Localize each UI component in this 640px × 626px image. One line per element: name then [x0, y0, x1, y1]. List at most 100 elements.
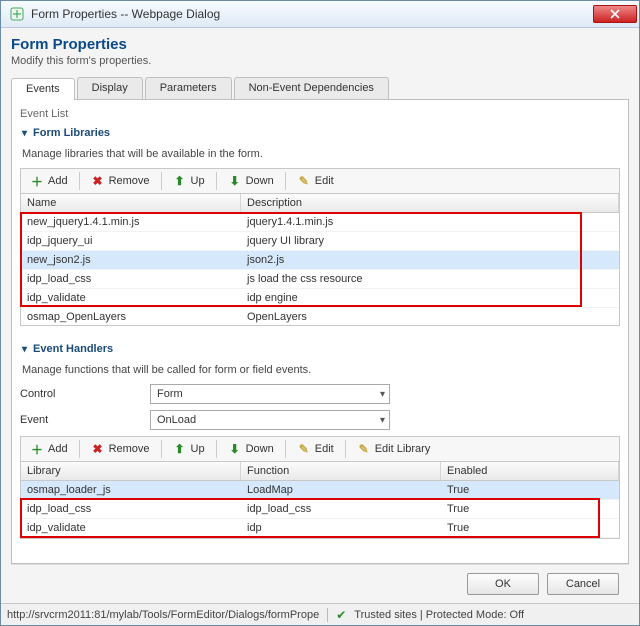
- cell-enabled: True: [441, 519, 619, 537]
- add-button[interactable]: ＋ Add: [23, 171, 75, 191]
- edit-library-button[interactable]: ✎Edit Library: [350, 439, 438, 459]
- dialog-body: Form Properties Modify this form's prope…: [1, 28, 639, 603]
- down-label: Down: [246, 175, 274, 187]
- edit-library-label: Edit Library: [375, 443, 431, 455]
- libraries-grid-body[interactable]: new_jquery1.4.1.min.jsjquery1.4.1.min.js…: [21, 213, 619, 325]
- down-label: Down: [246, 443, 274, 455]
- tab-nonevent-deps[interactable]: Non-Event Dependencies: [234, 77, 389, 99]
- event-value: OnLoad: [157, 414, 196, 426]
- edit-label: Edit: [315, 443, 334, 455]
- up-label: Up: [191, 443, 205, 455]
- table-row[interactable]: idp_load_cssidp_load_cssTrue: [21, 500, 619, 519]
- section-desc-libraries: Manage libraries that will be available …: [22, 148, 620, 160]
- table-row[interactable]: idp_jquery_uijquery UI library: [21, 232, 619, 251]
- arrow-down-icon: ⬇: [228, 442, 242, 456]
- app-icon: [9, 6, 25, 22]
- toolbar-sep: [345, 440, 346, 458]
- plus-icon: ＋: [30, 442, 44, 456]
- table-row[interactable]: idp_validateidp engine: [21, 289, 619, 308]
- libraries-toolbar: ＋ Add ✖Remove ⬆Up ⬇Down ✎Edit: [20, 168, 620, 193]
- tab-events[interactable]: Events: [11, 78, 75, 100]
- ok-button[interactable]: OK: [467, 573, 539, 595]
- cancel-button[interactable]: Cancel: [547, 573, 619, 595]
- libraries-grid: Name Description new_jquery1.4.1.min.jsj…: [20, 193, 620, 326]
- window-title: Form Properties -- Webpage Dialog: [31, 7, 593, 21]
- up-button[interactable]: ⬆ Up: [166, 439, 212, 459]
- cell-desc: json2.js: [241, 251, 619, 269]
- table-row[interactable]: new_json2.jsjson2.js: [21, 251, 619, 270]
- add-button[interactable]: ＋Add: [23, 439, 75, 459]
- col-library[interactable]: Library: [21, 462, 241, 480]
- control-label: Control: [20, 388, 150, 400]
- cell-desc: js load the css resource: [241, 270, 619, 288]
- table-row[interactable]: idp_validateidpTrue: [21, 519, 619, 538]
- edit-button[interactable]: ✎ Edit: [290, 439, 341, 459]
- cell-name: idp_jquery_ui: [21, 232, 241, 250]
- status-zone: Trusted sites | Protected Mode: Off: [354, 609, 524, 621]
- remove-label: Remove: [109, 175, 150, 187]
- arrow-up-icon: ⬆: [173, 174, 187, 188]
- arrow-up-icon: ⬆: [173, 442, 187, 456]
- table-row[interactable]: osmap_OpenLayersOpenLayers: [21, 308, 619, 325]
- handlers-grid-header: Library Function Enabled: [21, 462, 619, 481]
- cell-desc: jquery UI library: [241, 232, 619, 250]
- cell-fn: LoadMap: [241, 481, 441, 499]
- section-title-handlers: Event Handlers: [33, 343, 113, 355]
- tab-parameters[interactable]: Parameters: [145, 77, 232, 99]
- toolbar-sep: [285, 172, 286, 190]
- cell-desc: OpenLayers: [241, 308, 619, 325]
- section-desc-handlers: Manage functions that will be called for…: [22, 364, 620, 376]
- section-header-libraries[interactable]: ▾ Form Libraries: [20, 124, 620, 142]
- toolbar-sep: [216, 172, 217, 190]
- status-bar: http://srvcrm2011:81/mylab/Tools/FormEdi…: [1, 603, 639, 625]
- toolbar-sep: [79, 172, 80, 190]
- col-desc[interactable]: Description: [241, 194, 619, 212]
- toolbar-sep: [161, 440, 162, 458]
- close-button[interactable]: [593, 5, 637, 23]
- up-button[interactable]: ⬆Up: [166, 171, 212, 191]
- add-label: Add: [48, 175, 68, 187]
- down-button[interactable]: ⬇ Down: [221, 439, 281, 459]
- down-button[interactable]: ⬇Down: [221, 171, 281, 191]
- titlebar: Form Properties -- Webpage Dialog: [1, 1, 639, 28]
- col-name[interactable]: Name: [21, 194, 241, 212]
- table-row[interactable]: idp_load_cssjs load the css resource: [21, 270, 619, 289]
- close-icon: [610, 9, 620, 19]
- edit-icon: ✎: [297, 442, 311, 456]
- edit-button[interactable]: ✎Edit: [290, 171, 341, 191]
- libraries-grid-wrap: Name Description new_jquery1.4.1.min.jsj…: [20, 193, 620, 326]
- col-function[interactable]: Function: [241, 462, 441, 480]
- dialog-footer: OK Cancel: [11, 564, 629, 603]
- col-enabled[interactable]: Enabled: [441, 462, 619, 480]
- section-header-handlers[interactable]: ▾ Event Handlers: [20, 340, 620, 358]
- remove-icon: ✖: [91, 442, 105, 456]
- control-value: Form: [157, 388, 183, 400]
- remove-button[interactable]: ✖Remove: [84, 439, 157, 459]
- plus-icon: ＋: [30, 174, 44, 188]
- event-select[interactable]: OnLoad: [150, 410, 390, 430]
- cell-name: idp_validate: [21, 289, 241, 307]
- toolbar-sep: [79, 440, 80, 458]
- tab-display[interactable]: Display: [77, 77, 143, 99]
- cell-name: idp_load_css: [21, 270, 241, 288]
- toolbar-sep: [161, 172, 162, 190]
- cell-desc: jquery1.4.1.min.js: [241, 213, 619, 231]
- cell-name: new_json2.js: [21, 251, 241, 269]
- edit-label: Edit: [315, 175, 334, 187]
- control-select[interactable]: Form: [150, 384, 390, 404]
- event-row: Event OnLoad: [20, 410, 620, 430]
- status-url: http://srvcrm2011:81/mylab/Tools/FormEdi…: [7, 609, 319, 621]
- table-row[interactable]: osmap_loader_jsLoadMapTrue: [21, 481, 619, 500]
- event-label: Event: [20, 414, 150, 426]
- page-title: Form Properties: [11, 36, 629, 53]
- cell-lib: idp_load_css: [21, 500, 241, 518]
- table-row[interactable]: new_jquery1.4.1.min.jsjquery1.4.1.min.js: [21, 213, 619, 232]
- chevron-down-icon: ▾: [22, 344, 27, 355]
- handlers-grid-body[interactable]: osmap_loader_jsLoadMapTrueidp_load_cssid…: [21, 481, 619, 538]
- handlers-toolbar: ＋Add ✖Remove ⬆ Up ⬇ Down ✎ Edit ✎Edit Libra…: [20, 436, 620, 461]
- cell-desc: idp engine: [241, 289, 619, 307]
- cell-enabled: True: [441, 500, 619, 518]
- remove-button[interactable]: ✖Remove: [84, 171, 157, 191]
- section-title-libraries: Form Libraries: [33, 127, 110, 139]
- handlers-grid: Library Function Enabled osmap_loader_js…: [20, 461, 620, 539]
